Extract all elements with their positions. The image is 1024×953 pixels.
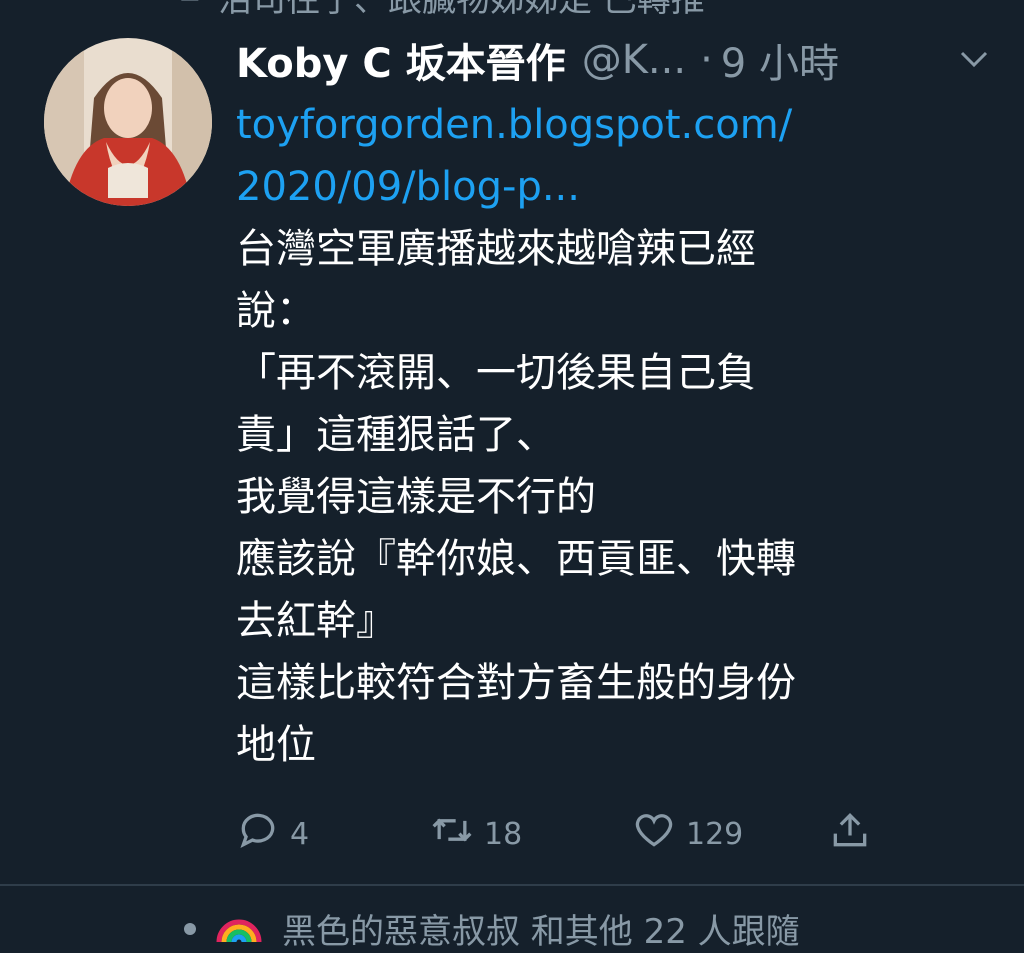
share-button[interactable] [828,808,872,860]
like-count: 129 [686,816,744,852]
tweet-link-line1[interactable]: toyforgorden.blogspot.com/ [236,94,994,156]
tweet-actions: 4 18 129 [236,808,896,860]
social-context-bottom-text: 黑色的惡意叔叔 和其他 22 人跟隨 [282,912,800,952]
social-context-top: 沼司往子、跟臓物姊姊是 已轉推 [170,0,705,21]
social-context-text: 沼司往子、跟臓物姊姊是 已轉推 [218,0,705,21]
bullet-dot [184,922,196,935]
display-name[interactable]: Koby C 坂本晉作 [236,31,566,89]
retweet-button[interactable]: 18 [430,808,522,860]
social-context-bottom: 黑色的惡意叔叔 和其他 22 人跟隨 [184,904,800,953]
timestamp[interactable]: 9 小時 [721,31,839,89]
tweet-text: 台灣空軍廣播越來越嗆辣已經 說： 「再不滾開、一切後果自己負 責」這種狠話了、 … [236,226,796,768]
reply-button[interactable]: 4 [236,808,309,860]
tweet-link-line2[interactable]: 2020/09/blog-p... [236,156,994,218]
retweet-icon [430,808,474,860]
user-handle[interactable]: @K... [582,37,686,83]
reply-count: 4 [290,816,310,852]
chevron-down-icon[interactable] [954,44,994,74]
separator-dot: · [700,37,713,83]
retweet-count: 18 [484,816,523,852]
heart-icon [632,808,676,860]
avatar[interactable] [44,38,212,206]
rainbow-icon [214,904,264,953]
like-button[interactable]: 129 [632,808,743,860]
tweet-header: Koby C 坂本晉作 @K... · 9 小時 [236,30,994,90]
share-icon [828,808,872,860]
tweet-content[interactable]: Koby C 坂本晉作 @K... · 9 小時 toyforgorden.bl… [236,30,994,776]
tweet-link[interactable]: toyforgorden.blogspot.com/ 2020/09/blog-… [236,94,994,218]
tweet-divider [0,884,1024,886]
reply-icon [236,808,280,860]
retweet-icon [170,0,204,18]
